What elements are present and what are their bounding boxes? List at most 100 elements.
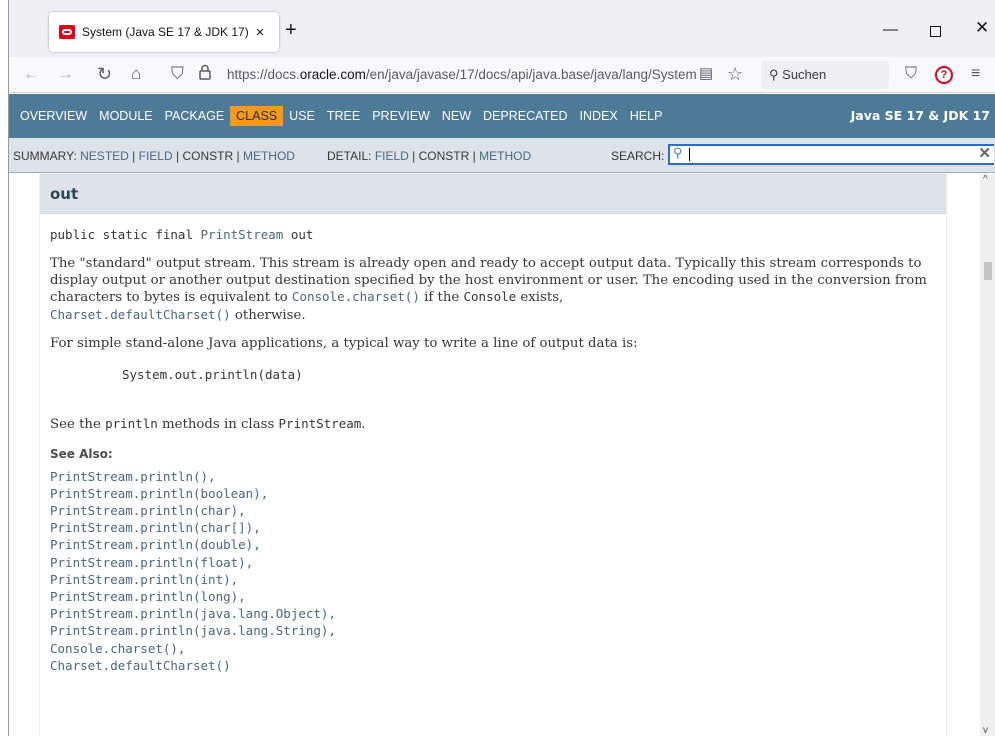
top-nav-index[interactable]: INDEX xyxy=(574,106,624,126)
description-text: otherwise. xyxy=(230,307,306,323)
detail-label: DETAIL: xyxy=(327,149,372,163)
search-label: SEARCH: xyxy=(611,149,665,163)
reload-icon[interactable]: ↻ xyxy=(97,64,112,84)
lock-icon[interactable] xyxy=(199,64,211,85)
scrollbar-thumb[interactable] xyxy=(984,262,992,280)
see-also-link[interactable]: PrintStream.println(float), xyxy=(50,554,946,571)
search-placeholder: Suchen xyxy=(782,67,827,82)
description-paragraph: The "standard" output stream. This strea… xyxy=(50,256,942,324)
back-icon[interactable]: ← xyxy=(23,64,40,84)
pocket-icon[interactable]: ⛉ xyxy=(905,64,917,84)
scroll-up-icon[interactable]: ^ xyxy=(983,174,988,185)
summary-method-link[interactable]: METHOD xyxy=(243,149,295,163)
top-nav-help[interactable]: HELP xyxy=(624,106,669,126)
note-text: . xyxy=(361,416,366,432)
see-also-link[interactable]: PrintStream.println(java.lang.String), xyxy=(50,622,946,639)
navigation-toolbar: ← → ↻ ⌂ ⛉ https://docs.oracle.com/en/jav… xyxy=(9,57,995,93)
forward-icon[interactable]: → xyxy=(57,64,74,84)
page-content: OVERVIEW MODULE PACKAGE CLASS USE TREE PREVIEW… xyxy=(9,94,995,736)
println-code: println xyxy=(105,415,158,431)
url-domain: oracle.com xyxy=(299,67,366,82)
member-detail: out public static final PrintStream out … xyxy=(39,174,947,736)
javadoc-top-nav: OVERVIEW MODULE PACKAGE CLASS USE TREE PREVIEW… xyxy=(9,94,995,138)
member-signature: public static final PrintStream out xyxy=(50,227,946,242)
scroll-down-icon[interactable]: v xyxy=(983,725,988,736)
star-icon[interactable]: ☆ xyxy=(727,64,743,84)
see-also-list: PrintStream.println(), PrintStream.printl… xyxy=(50,468,946,674)
url-path: /en/java/javase/17/docs/api/java.base/ja… xyxy=(365,67,697,82)
top-nav-overview[interactable]: OVERVIEW xyxy=(14,106,93,126)
console-code: Console xyxy=(463,289,517,304)
vertical-scrollbar[interactable]: ^ v xyxy=(980,174,995,736)
charset-defaultcharset-link[interactable]: Charset.defaultCharset() xyxy=(50,307,231,322)
maximize-button[interactable] xyxy=(930,26,941,37)
see-also-heading: See Also: xyxy=(50,446,113,461)
note-text: methods in class xyxy=(157,416,279,432)
signature-modifiers: public static final xyxy=(50,227,201,242)
oracle-favicon-icon xyxy=(59,25,75,39)
description-text: exists, xyxy=(516,290,564,305)
top-nav-class[interactable]: CLASS xyxy=(230,106,284,126)
window-close-button[interactable]: ✕ xyxy=(975,19,989,36)
top-nav-module[interactable]: MODULE xyxy=(93,106,158,126)
member-name-heading: out xyxy=(40,174,946,214)
top-nav-new[interactable]: NEW xyxy=(436,106,477,126)
detail-method-link[interactable]: METHOD xyxy=(479,149,531,163)
separator: | xyxy=(472,149,476,163)
see-also-link[interactable]: PrintStream.println(long), xyxy=(50,588,946,605)
search-icon: ⚲ xyxy=(673,145,683,160)
browser-search-box[interactable]: ⚲ Suchen xyxy=(761,61,889,89)
separator: | xyxy=(412,149,416,163)
search-icon: ⚲ xyxy=(769,67,779,82)
see-also-link[interactable]: PrintStream.println(), xyxy=(50,468,946,485)
tab-title: System (Java SE 17 & JDK 17) xyxy=(82,25,249,39)
menu-icon[interactable]: ≡ xyxy=(971,64,980,84)
shield-icon[interactable]: ⛉ xyxy=(171,64,184,84)
top-nav-list: OVERVIEW MODULE PACKAGE CLASS USE TREE PREVIEW… xyxy=(9,94,995,138)
detail-links: DETAIL: FIELD | CONSTR | METHOD xyxy=(327,149,531,163)
browser-window: System (Java SE 17 & JDK 17) × + — ✕ ← →… xyxy=(8,0,995,736)
see-also-link[interactable]: PrintStream.println(boolean), xyxy=(50,485,946,502)
console-charset-link[interactable]: Console.charset() xyxy=(292,289,420,304)
see-println-note: See the println methods in class PrintSt… xyxy=(50,416,946,432)
signature-name: out xyxy=(283,227,314,242)
minimize-button[interactable]: — xyxy=(883,22,898,37)
see-also-link[interactable]: PrintStream.println(int), xyxy=(50,571,946,588)
see-also-link[interactable]: Console.charset(), xyxy=(50,640,946,657)
description-text: if the xyxy=(419,290,464,305)
browser-tab[interactable]: System (Java SE 17 & JDK 17) × xyxy=(49,12,279,52)
top-nav-package[interactable]: PACKAGE xyxy=(159,106,231,126)
example-intro: For simple stand-alone Java applications… xyxy=(50,336,638,351)
see-also-link[interactable]: PrintStream.println(double), xyxy=(50,536,946,553)
text-caret xyxy=(689,148,690,161)
content-scroll-area[interactable]: out public static final PrintStream out … xyxy=(9,174,995,736)
printstream-type-link[interactable]: PrintStream xyxy=(201,227,284,242)
top-nav-tree[interactable]: TREE xyxy=(321,106,366,126)
summary-constr: CONSTR xyxy=(182,149,234,163)
code-example: System.out.println(data) xyxy=(122,366,303,382)
tab-bar: System (Java SE 17 & JDK 17) × + — ✕ xyxy=(9,0,995,57)
javadoc-search-input[interactable]: ⚲ ✕ xyxy=(668,144,994,165)
top-nav-preview[interactable]: PREVIEW xyxy=(366,106,436,126)
top-nav-deprecated[interactable]: DEPRECATED xyxy=(477,106,574,126)
search-reset-icon[interactable]: ✕ xyxy=(978,144,991,162)
reader-view-icon[interactable]: ▤ xyxy=(699,64,713,84)
url-bar[interactable]: https://docs.oracle.com/en/java/javase/1… xyxy=(227,65,697,85)
home-icon[interactable]: ⌂ xyxy=(131,64,141,84)
separator: | xyxy=(236,149,240,163)
tab-close-icon[interactable]: × xyxy=(251,24,269,41)
javadoc-sub-nav: SUMMARY: NESTED | FIELD | CONSTR | METHO… xyxy=(9,138,995,173)
member-description: The "standard" output stream. This strea… xyxy=(50,256,942,353)
see-also-link[interactable]: PrintStream.println(char), xyxy=(50,502,946,519)
summary-field-link[interactable]: FIELD xyxy=(139,149,173,163)
detail-field-link[interactable]: FIELD xyxy=(375,149,409,163)
see-also-link[interactable]: PrintStream.println(java.lang.Object), xyxy=(50,605,946,622)
summary-nested-link[interactable]: NESTED xyxy=(80,149,129,163)
see-also-link[interactable]: PrintStream.println(char[]), xyxy=(50,519,946,536)
separator: | xyxy=(132,149,136,163)
new-tab-button[interactable]: + xyxy=(285,20,297,40)
top-nav-use[interactable]: USE xyxy=(283,106,321,126)
profile-icon[interactable]: ? xyxy=(935,66,953,84)
see-also-link[interactable]: Charset.defaultCharset() xyxy=(50,657,946,674)
separator: | xyxy=(176,149,180,163)
